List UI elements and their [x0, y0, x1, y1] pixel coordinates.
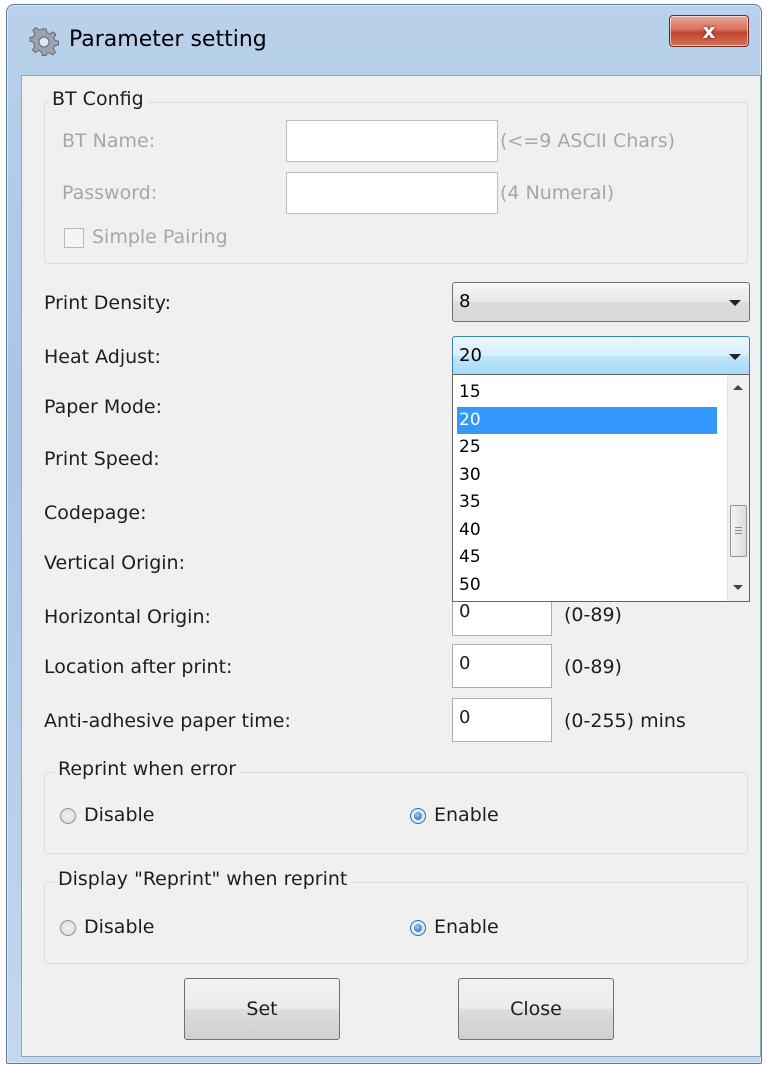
heat-option-30[interactable]: 30: [457, 462, 717, 489]
print-density-select[interactable]: 8: [452, 282, 750, 322]
simple-pairing-checkbox[interactable]: [64, 228, 84, 248]
heat-option-45[interactable]: 45: [457, 544, 717, 571]
display-reprint-enable-label: Enable: [434, 916, 499, 938]
print-speed-label: Print Speed:: [44, 448, 160, 470]
heat-adjust-label: Heat Adjust:: [44, 346, 161, 368]
heat-option-15[interactable]: 15: [457, 379, 717, 406]
display-reprint-legend: Display "Reprint" when reprint: [54, 868, 352, 890]
password-field[interactable]: [286, 172, 498, 214]
set-button[interactable]: Set: [184, 978, 340, 1040]
bt-name-field[interactable]: [286, 120, 498, 162]
dropdown-scrollbar[interactable]: [727, 375, 749, 601]
chevron-down-icon: [729, 354, 741, 360]
parameter-setting-window: Parameter setting x BT Config BT Name: (…: [6, 4, 762, 1064]
simple-pairing-label: Simple Pairing: [92, 226, 228, 248]
heat-adjust-dropdown-list[interactable]: 15 20 25 30 35 40 45 50: [452, 374, 750, 602]
window-title: Parameter setting: [69, 27, 267, 52]
heat-option-40[interactable]: 40: [457, 517, 717, 544]
gear-icon: [29, 27, 59, 56]
scroll-up-icon[interactable]: [733, 385, 743, 390]
horizontal-origin-hint: (0-89): [564, 604, 622, 626]
bt-config-legend: BT Config: [48, 88, 148, 110]
location-after-print-field[interactable]: 0: [452, 644, 552, 688]
title-bar[interactable]: Parameter setting x: [7, 5, 761, 77]
close-button[interactable]: Close: [458, 978, 614, 1040]
chevron-down-icon: [729, 300, 741, 306]
reprint-when-error-legend: Reprint when error: [54, 758, 241, 780]
bt-name-label: BT Name:: [62, 130, 156, 152]
location-after-print-hint: (0-89): [564, 656, 622, 678]
display-reprint-disable-label: Disable: [84, 916, 155, 938]
anti-adhesive-hint: (0-255) mins: [564, 710, 686, 732]
heat-adjust-select[interactable]: 20: [452, 336, 750, 376]
heat-adjust-value: 20: [459, 345, 482, 366]
reprint-error-disable-label: Disable: [84, 804, 155, 826]
scrollbar-thumb[interactable]: [730, 505, 747, 557]
reprint-error-enable-radio[interactable]: [410, 808, 426, 824]
vertical-origin-label: Vertical Origin:: [44, 552, 185, 574]
grip-line: [735, 533, 742, 534]
reprint-error-disable-radio[interactable]: [60, 808, 76, 824]
codepage-label: Codepage:: [44, 502, 147, 524]
heat-option-50[interactable]: 50: [457, 572, 717, 599]
location-after-print-label: Location after print:: [44, 656, 233, 678]
anti-adhesive-label: Anti-adhesive paper time:: [44, 710, 291, 732]
horizontal-origin-label: Horizontal Origin:: [44, 606, 211, 628]
print-density-label: Print Density:: [44, 292, 171, 314]
password-hint: (4 Numeral): [500, 182, 615, 204]
bt-name-hint: (<=9 ASCII Chars): [500, 130, 676, 152]
window-close-button[interactable]: x: [669, 15, 749, 47]
paper-mode-label: Paper Mode:: [44, 396, 163, 418]
dialog-body: BT Config BT Name: (<=9 ASCII Chars) Pas…: [21, 75, 761, 1057]
print-density-value: 8: [459, 291, 471, 312]
heat-option-25[interactable]: 25: [457, 434, 717, 461]
display-reprint-disable-radio[interactable]: [60, 920, 76, 936]
anti-adhesive-field[interactable]: 0: [452, 698, 552, 742]
close-icon: x: [702, 19, 716, 43]
heat-option-35[interactable]: 35: [457, 489, 717, 516]
scroll-down-icon[interactable]: [733, 585, 743, 590]
reprint-error-enable-label: Enable: [434, 804, 499, 826]
grip-line: [735, 530, 742, 531]
heat-option-20[interactable]: 20: [457, 406, 717, 434]
password-label: Password:: [62, 182, 158, 204]
grip-line: [735, 527, 742, 528]
display-reprint-enable-radio[interactable]: [410, 920, 426, 936]
